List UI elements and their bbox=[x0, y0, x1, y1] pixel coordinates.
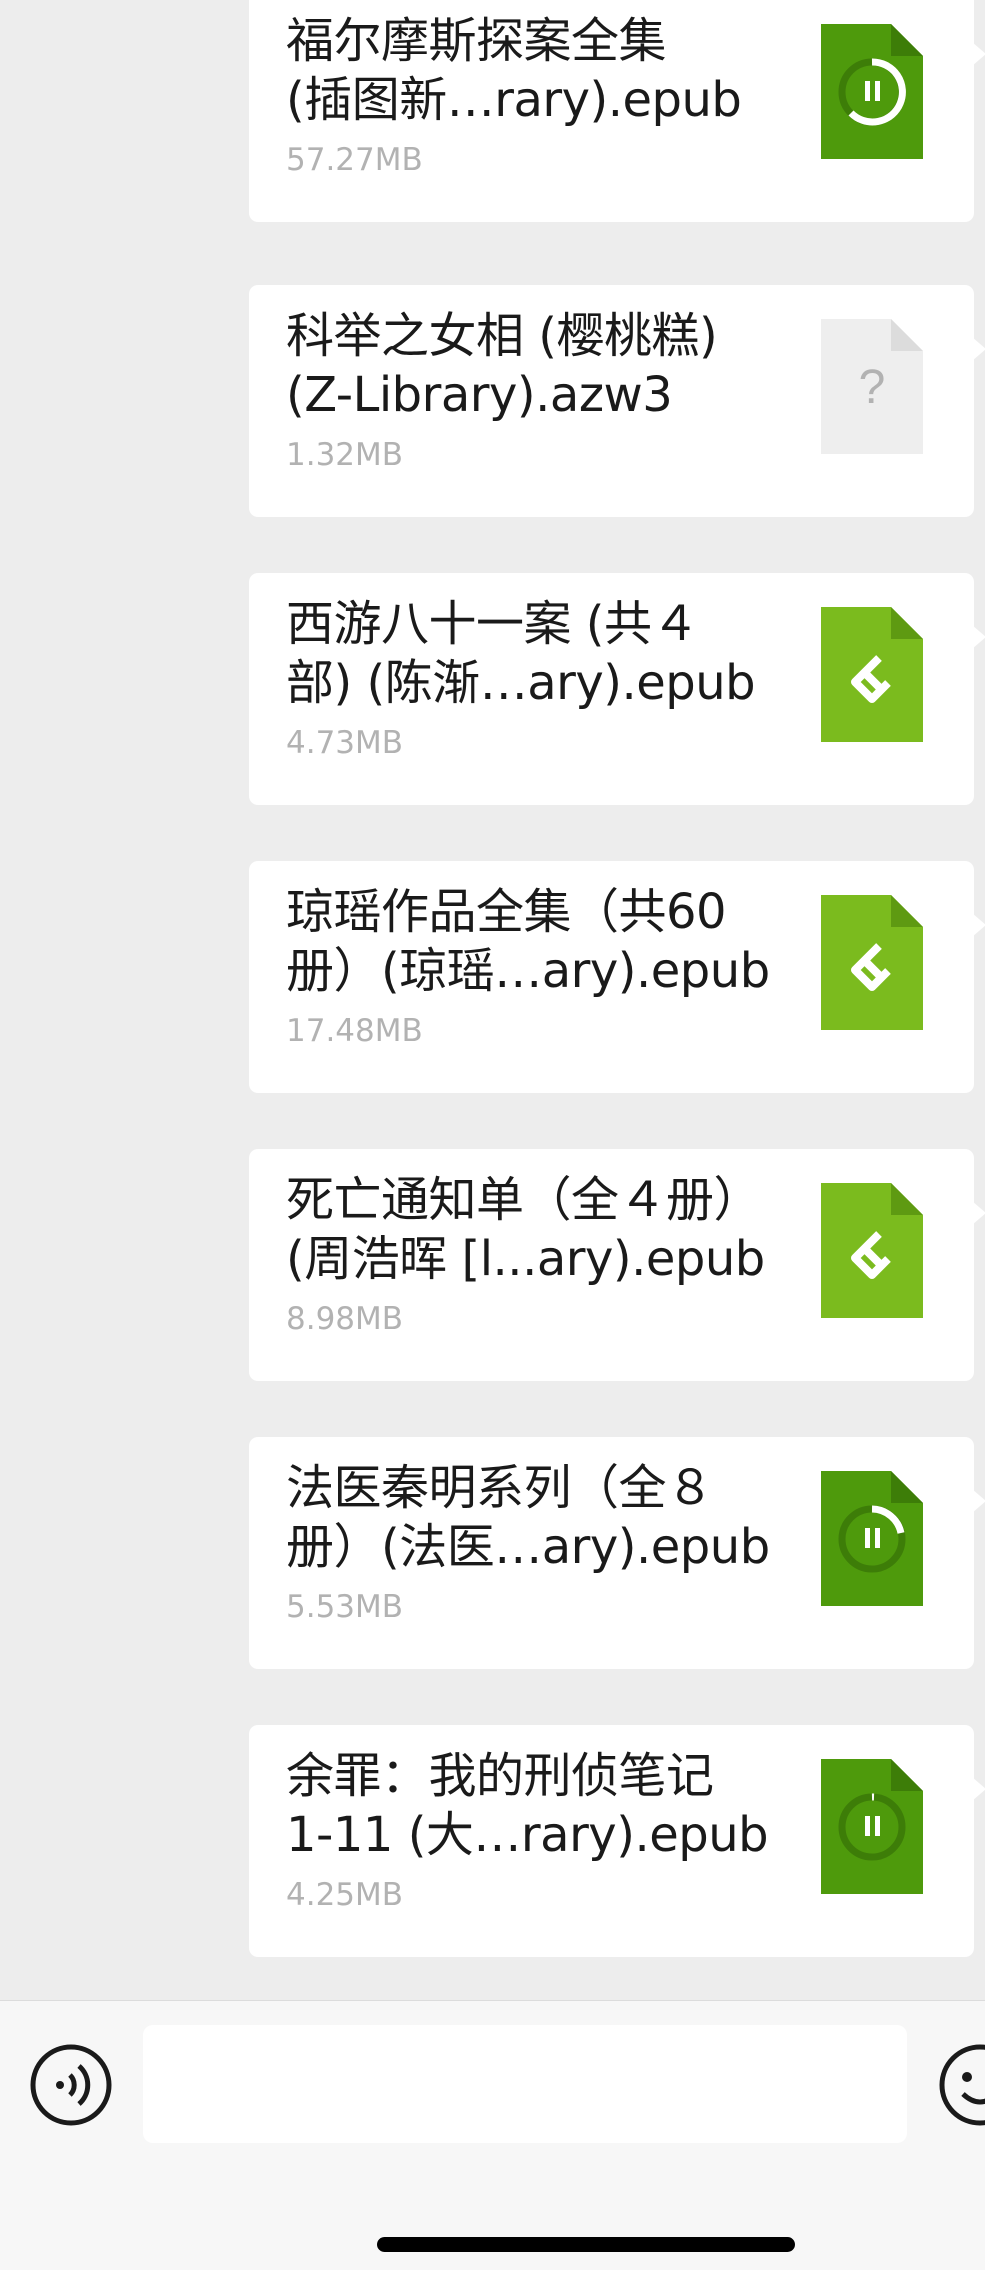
file-message[interactable]: 法医秦明系列（全８ 册）(法医…ary).epub 5.53MB bbox=[249, 1437, 985, 1669]
epub-file-icon[interactable] bbox=[821, 607, 923, 742]
svg-text:?: ? bbox=[859, 361, 886, 414]
file-message[interactable]: 福尔摩斯探案全集 (插图新…rary).epub 57.27MB bbox=[249, 0, 985, 222]
bubble-tail bbox=[972, 913, 985, 937]
bubble-tail bbox=[972, 625, 985, 649]
file-name: 琼瑶作品全集（共60 册）(琼瑶…ary).epub bbox=[286, 884, 770, 999]
file-name: 科举之女相 (樱桃糕) (Z-Library).azw3 bbox=[286, 308, 718, 423]
file-name: 福尔摩斯探案全集 (插图新…rary).epub bbox=[286, 13, 742, 128]
downloading-file-icon[interactable] bbox=[821, 24, 923, 159]
bubble-tail bbox=[972, 1489, 985, 1513]
file-message[interactable]: 琼瑶作品全集（共60 册）(琼瑶…ary).epub 17.48MB bbox=[249, 861, 985, 1093]
bubble-tail bbox=[972, 337, 985, 361]
epub-file-icon[interactable] bbox=[821, 1183, 923, 1318]
emoji-icon[interactable] bbox=[937, 2042, 985, 2128]
epub-file-icon[interactable] bbox=[821, 895, 923, 1030]
file-message[interactable]: 西游八十一案 (共４ 部) (陈渐…ary).epub 4.73MB bbox=[249, 573, 985, 805]
bubble-tail bbox=[972, 1201, 985, 1225]
file-size: 4.73MB bbox=[286, 725, 404, 761]
bubble-tail bbox=[972, 42, 985, 66]
bubble-tail bbox=[972, 1777, 985, 1801]
file-size: 4.25MB bbox=[286, 1877, 404, 1913]
unknown-file-icon[interactable]: ? bbox=[821, 319, 923, 454]
chat-message-list[interactable]: 福尔摩斯探案全集 (插图新…rary).epub 57.27MB 科举之女相 (… bbox=[0, 0, 985, 2000]
voice-icon[interactable] bbox=[28, 2042, 114, 2128]
input-bar bbox=[0, 2000, 985, 2270]
file-size: 1.32MB bbox=[286, 437, 404, 473]
file-message[interactable]: 余罪：我的刑侦笔记 1-11 (大…rary).epub 4.25MB bbox=[249, 1725, 985, 1957]
file-message[interactable]: 死亡通知单（全４册） (周浩晖 [l...ary).epub 8.98MB bbox=[249, 1149, 985, 1381]
file-size: 5.53MB bbox=[286, 1589, 404, 1625]
message-input[interactable] bbox=[143, 2025, 907, 2143]
file-name: 法医秦明系列（全８ 册）(法医…ary).epub bbox=[286, 1460, 770, 1575]
file-size: 57.27MB bbox=[286, 142, 423, 178]
home-indicator bbox=[377, 2237, 795, 2252]
downloading-file-icon[interactable] bbox=[821, 1759, 923, 1894]
file-name: 死亡通知单（全４册） (周浩晖 [l...ary).epub bbox=[286, 1172, 765, 1287]
file-name: 西游八十一案 (共４ 部) (陈渐…ary).epub bbox=[286, 596, 756, 711]
downloading-file-icon[interactable] bbox=[821, 1471, 923, 1606]
file-size: 17.48MB bbox=[286, 1013, 423, 1049]
file-name: 余罪：我的刑侦笔记 1-11 (大…rary).epub bbox=[286, 1748, 769, 1863]
file-size: 8.98MB bbox=[286, 1301, 404, 1337]
file-message[interactable]: 科举之女相 (樱桃糕) (Z-Library).azw3 1.32MB ? bbox=[249, 285, 985, 517]
